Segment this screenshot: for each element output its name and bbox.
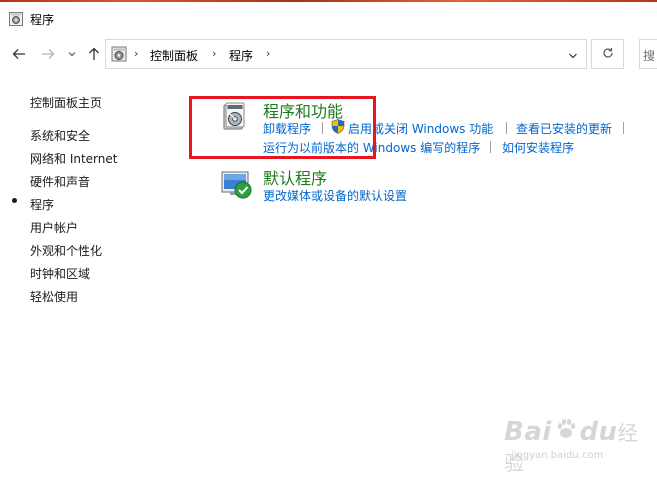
default-programs-title[interactable]: 默认程序: [263, 165, 327, 189]
sidebar-item-appearance[interactable]: 外观和个性化: [30, 242, 102, 259]
up-arrow-icon[interactable]: [86, 46, 102, 62]
paw-icon: [552, 419, 580, 443]
control-panel-programs-icon: [9, 12, 23, 29]
change-media-defaults-link[interactable]: 更改媒体或设备的默认设置: [263, 187, 407, 204]
link-separator: [506, 122, 507, 134]
sidebar-item-programs[interactable]: 程序: [30, 196, 54, 213]
sidebar-item-system-security[interactable]: 系统和安全: [30, 127, 90, 144]
annotation-highlight-box: [189, 96, 376, 159]
refresh-icon: [602, 47, 614, 62]
link-separator: [623, 122, 624, 134]
search-input[interactable]: 搜: [639, 39, 657, 69]
refresh-button[interactable]: [591, 39, 624, 69]
sidebar-item-hardware-sound[interactable]: 硬件和声音: [30, 173, 90, 190]
watermark-brand: Bai: [504, 417, 552, 447]
sidebar-active-indicator: [12, 198, 17, 203]
sidebar-home-link[interactable]: 控制面板主页: [30, 94, 102, 111]
watermark-url: jingyan.baidu.com: [511, 450, 604, 461]
breadcrumb-control-panel[interactable]: 控制面板: [150, 47, 198, 64]
address-folder-icon: [111, 46, 127, 65]
back-arrow-icon[interactable]: [11, 46, 27, 62]
baidu-jingyan-watermark: Bai du经验 jingyan.baidu.com: [504, 417, 657, 476]
address-bar[interactable]: › 控制面板 › 程序 ›: [105, 39, 587, 69]
breadcrumb-separator-icon: ›: [266, 47, 271, 60]
sidebar-item-network-internet[interactable]: 网络和 Internet: [30, 150, 117, 167]
sidebar-item-clock-region[interactable]: 时钟和区域: [30, 265, 90, 282]
watermark-brand-suffix: du: [579, 417, 618, 447]
breadcrumb-separator-icon: ›: [212, 47, 217, 60]
how-to-install-link[interactable]: 如何安装程序: [502, 139, 574, 156]
breadcrumb-separator-icon: ›: [134, 47, 139, 60]
recent-locations-chevron-icon[interactable]: [64, 46, 80, 62]
address-dropdown-chevron-icon[interactable]: [568, 49, 578, 63]
link-separator: [490, 141, 491, 153]
sidebar-item-ease-of-access[interactable]: 轻松使用: [30, 288, 78, 305]
navigation-bar: › 控制面板 › 程序 › 搜: [0, 34, 657, 76]
view-installed-updates-link[interactable]: 查看已安装的更新: [516, 120, 612, 137]
default-programs-icon[interactable]: [221, 170, 253, 203]
forward-arrow-icon[interactable]: [40, 46, 56, 62]
breadcrumb-programs[interactable]: 程序: [229, 47, 253, 64]
title-bar: 程序: [0, 2, 657, 34]
sidebar-item-user-accounts[interactable]: 用户帐户: [30, 219, 78, 236]
window-title: 程序: [30, 13, 55, 27]
